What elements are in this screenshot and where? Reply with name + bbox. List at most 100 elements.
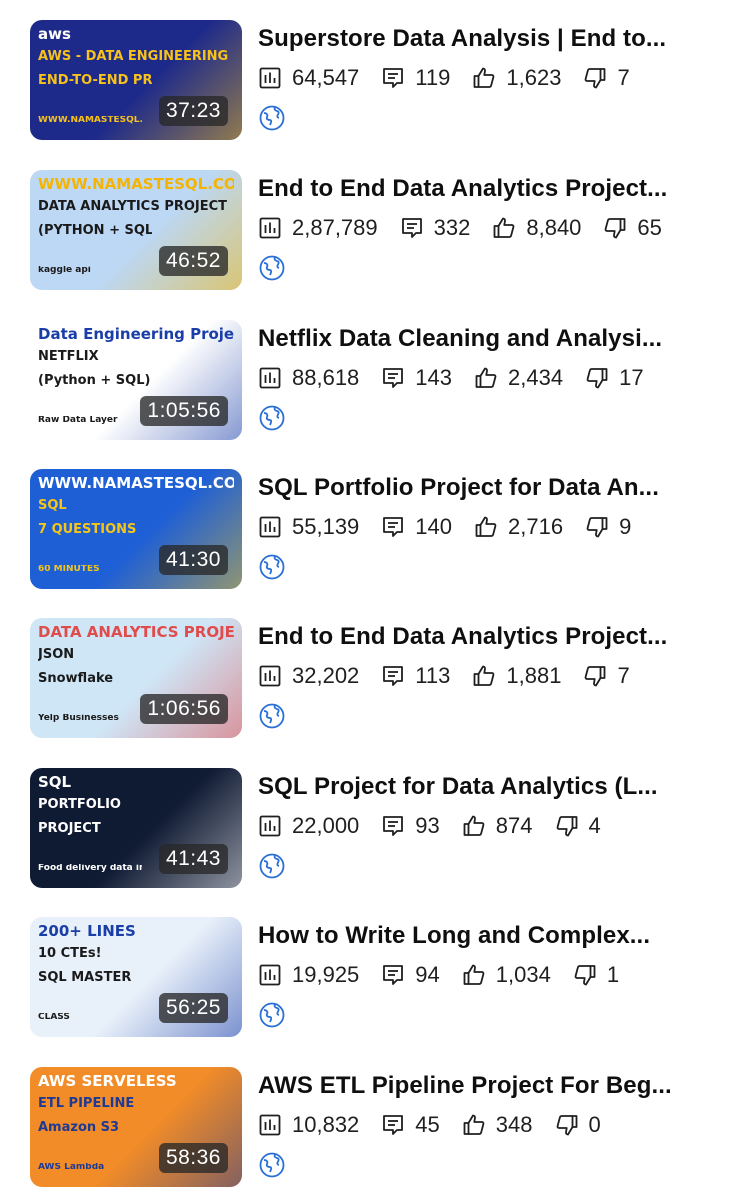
thumbnail-text: Raw Data Layer	[38, 416, 118, 425]
comments-stat: 332	[400, 215, 471, 241]
video-title[interactable]: AWS ETL Pipeline Project For Beg...	[258, 1069, 718, 1103]
thumbnail-text: SQL	[38, 774, 72, 791]
views-stat: 10,832	[258, 1112, 359, 1138]
video-info: End to End Data Analytics Project... 32,…	[258, 618, 718, 730]
video-thumbnail[interactable]: DATA ANALYTICS PROJECT JSON Snowflake Ye…	[30, 618, 242, 738]
video-thumbnail[interactable]: WWW.NAMASTESQL.COM DATA ANALYTICS PROJEC…	[30, 170, 242, 290]
likes-count: 1,623	[506, 65, 562, 90]
video-row[interactable]: SQL PORTFOLIO PROJECT Food delivery data…	[0, 768, 733, 896]
video-stats: 64,547 119 1,623 7	[258, 60, 718, 96]
video-title[interactable]: Superstore Data Analysis | End to...	[258, 22, 718, 56]
video-thumbnail[interactable]: SQL PORTFOLIO PROJECT Food delivery data…	[30, 768, 242, 888]
thumbnail-text: Data Engineering Project	[38, 326, 234, 343]
comments-count: 332	[433, 215, 471, 240]
likes-stat: 2,716	[474, 514, 563, 540]
globe-icon	[259, 554, 285, 580]
thumbnail-text: DATA ANALYTICS PROJECT	[38, 200, 228, 214]
comment-icon	[383, 666, 404, 686]
comments-stat: 119	[381, 65, 450, 91]
video-thumbnail[interactable]: Data Engineering Project NETFLIX (Python…	[30, 320, 242, 440]
views-count: 32,202	[292, 663, 360, 688]
dislikes-count: 7	[617, 663, 630, 688]
video-stats: 55,139 140 2,716 9	[258, 509, 718, 545]
views-stat: 22,000	[258, 813, 359, 839]
thumbnail-text: Yelp Businesses	[38, 714, 119, 723]
globe-icon	[259, 105, 285, 131]
video-stats: 10,832 45 348 0	[258, 1107, 718, 1143]
dislikes-stat: 7	[583, 663, 630, 689]
video-stats: 22,000 93 874 4	[258, 808, 718, 844]
thumbnail-text: NETFLIX	[38, 350, 99, 364]
thumbnail-text: (Python + SQL)	[38, 374, 151, 388]
thumbnail-text: JSON	[38, 648, 75, 662]
bar-chart-icon	[259, 367, 281, 389]
thumbnail-text: PROJECT	[38, 822, 101, 836]
likes-count: 874	[495, 813, 533, 838]
bar-chart-icon	[259, 665, 281, 687]
views-stat: 88,618	[258, 365, 359, 391]
thumbs-up-icon	[473, 67, 495, 88]
video-title[interactable]: SQL Portfolio Project for Data An...	[258, 471, 718, 505]
video-title[interactable]: End to End Data Analytics Project...	[258, 620, 718, 654]
video-info: SQL Project for Data Analytics (L... 22,…	[258, 768, 718, 880]
views-stat: 64,547	[258, 65, 359, 91]
comments-count: 143	[415, 365, 453, 390]
thumbnail-text: PORTFOLIO	[38, 798, 121, 812]
thumbnail-text: Amazon S3	[38, 1121, 120, 1135]
dislikes-stat: 9	[585, 514, 631, 540]
thumbnail-text: 7 QUESTIONS	[38, 523, 137, 537]
video-thumbnail[interactable]: aws AWS - DATA ENGINEERING END-TO-END PR…	[30, 20, 242, 140]
views-stat: 2,87,789	[258, 215, 378, 241]
comments-stat: 93	[381, 813, 440, 839]
thumbs-up-icon	[493, 217, 515, 238]
globe-icon	[259, 1152, 285, 1178]
dislikes-count: 4	[588, 813, 601, 838]
views-count: 2,87,789	[292, 215, 378, 240]
views-stat: 32,202	[258, 663, 359, 689]
video-title[interactable]: Netflix Data Cleaning and Analysi...	[258, 322, 718, 356]
dislikes-count: 1	[606, 962, 620, 987]
video-thumbnail[interactable]: WWW.NAMASTESQL.COM SQL 7 QUESTIONS 60 MI…	[30, 469, 242, 589]
thumbs-down-icon	[556, 816, 577, 837]
thumbs-down-icon	[556, 1115, 577, 1136]
views-count: 55,139	[292, 514, 360, 539]
views-count: 64,547	[292, 65, 360, 90]
thumbnail-text: END-TO-END PROJECT	[38, 74, 152, 88]
bar-chart-icon	[259, 217, 281, 239]
bar-chart-icon	[259, 1114, 281, 1136]
thumbnail-text: ETL PIPELINE	[38, 1097, 135, 1111]
video-row[interactable]: WWW.NAMASTESQL.COM DATA ANALYTICS PROJEC…	[0, 170, 733, 298]
likes-count: 8,840	[526, 215, 582, 240]
dislikes-count: 9	[619, 514, 632, 539]
thumbnail-text: (PYTHON + SQL)	[38, 224, 152, 238]
comments-stat: 45	[381, 1112, 440, 1138]
video-row[interactable]: aws AWS - DATA ENGINEERING END-TO-END PR…	[0, 20, 733, 148]
video-title[interactable]: How to Write Long and Complex...	[258, 919, 718, 953]
thumbnail-text: AWS Lambda	[38, 1163, 105, 1172]
video-thumbnail[interactable]: AWS SERVELESS ETL PIPELINE Amazon S3 AWS…	[30, 1067, 242, 1187]
views-stat: 19,925	[258, 962, 359, 988]
views-count: 19,925	[292, 962, 360, 987]
thumbnail-text: CLASS	[38, 1013, 70, 1022]
views-count: 88,618	[292, 365, 360, 390]
likes-stat: 348	[462, 1112, 533, 1138]
comment-icon	[383, 368, 404, 388]
likes-count: 1,034	[495, 962, 551, 987]
video-title[interactable]: End to End Data Analytics Project...	[258, 172, 718, 206]
video-row[interactable]: 200+ LINES 10 CTEs! SQL MASTER CLASS 56:…	[0, 917, 733, 1045]
bar-chart-icon	[259, 964, 281, 986]
thumbnail-text: AWS - DATA ENGINEERING	[38, 50, 229, 64]
video-list: aws AWS - DATA ENGINEERING END-TO-END PR…	[0, 0, 733, 1200]
views-stat: 55,139	[258, 514, 359, 540]
likes-count: 2,716	[508, 514, 564, 539]
dislikes-count: 7	[617, 65, 630, 90]
views-count: 22,000	[292, 813, 360, 838]
comments-count: 45	[415, 1112, 440, 1137]
video-row[interactable]: DATA ANALYTICS PROJECT JSON Snowflake Ye…	[0, 618, 733, 746]
video-thumbnail[interactable]: 200+ LINES 10 CTEs! SQL MASTER CLASS 56:…	[30, 917, 242, 1037]
video-stats: 88,618 143 2,434 17	[258, 360, 718, 396]
video-row[interactable]: Data Engineering Project NETFLIX (Python…	[0, 320, 733, 448]
video-row[interactable]: WWW.NAMASTESQL.COM SQL 7 QUESTIONS 60 MI…	[0, 469, 733, 597]
video-title[interactable]: SQL Project for Data Analytics (L...	[258, 770, 718, 804]
video-row[interactable]: AWS SERVELESS ETL PIPELINE Amazon S3 AWS…	[0, 1067, 733, 1195]
